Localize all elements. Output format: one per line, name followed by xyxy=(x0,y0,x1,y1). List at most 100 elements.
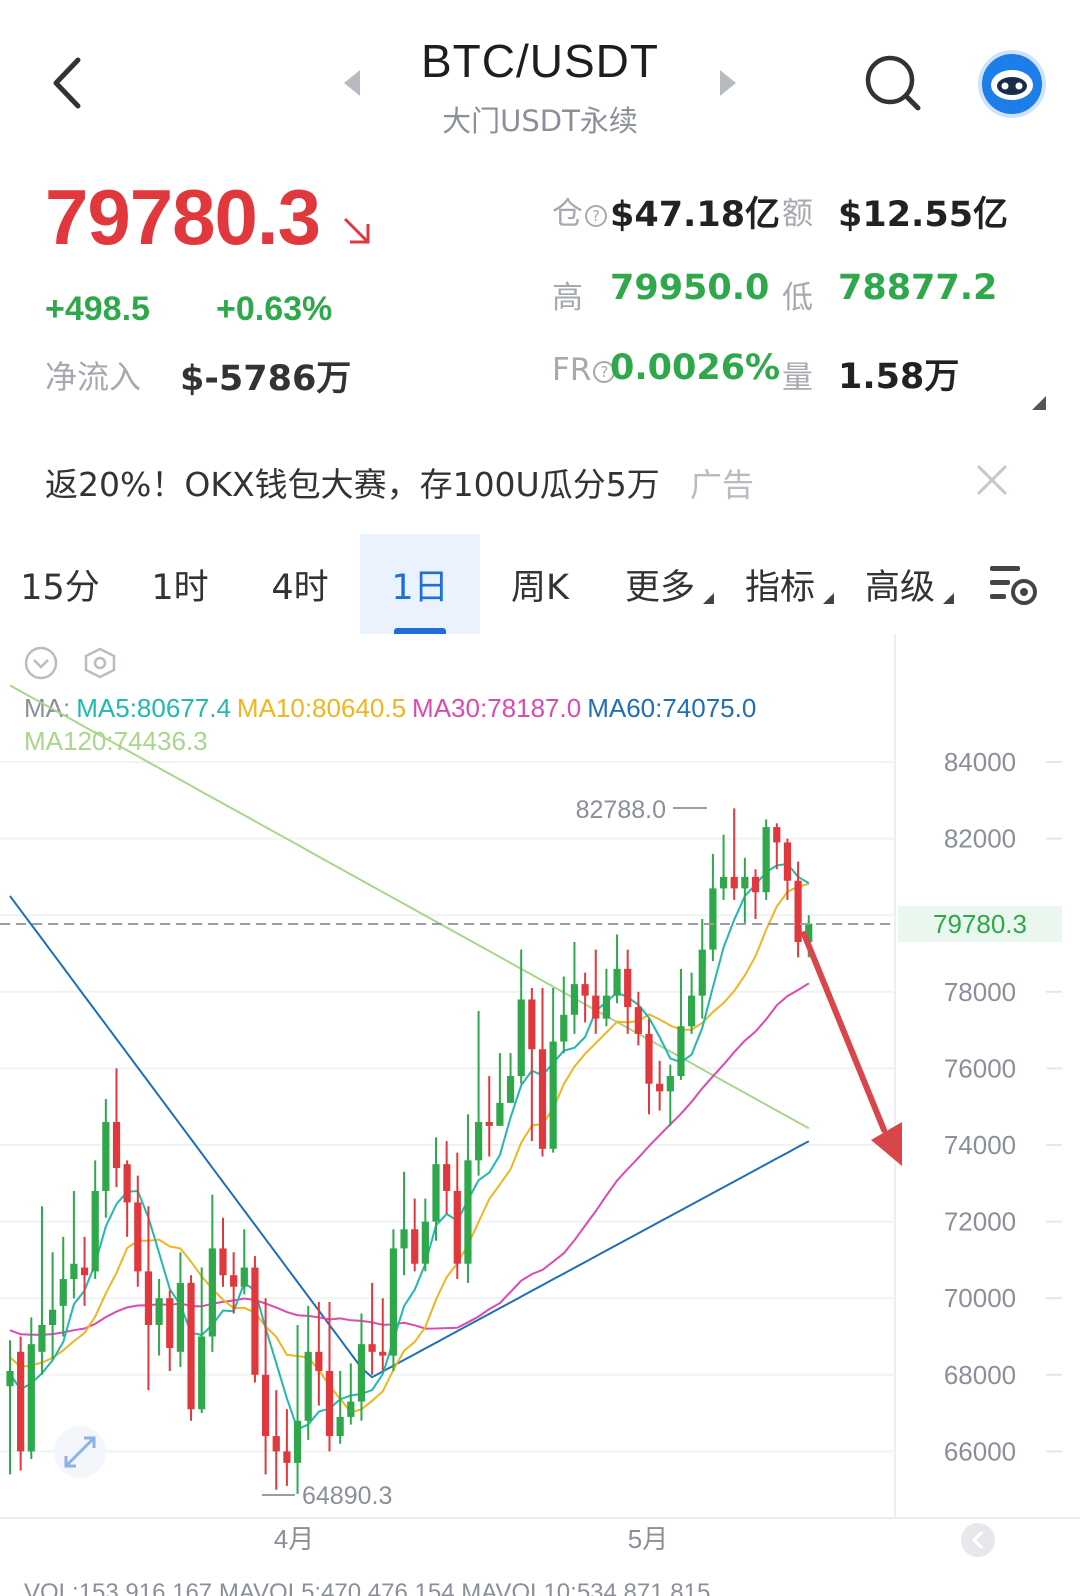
high-value: 79950.0 xyxy=(610,268,770,308)
candles xyxy=(6,808,813,1494)
candle-down xyxy=(219,1248,227,1276)
tab-label: 指标 xyxy=(744,567,815,608)
candle-down xyxy=(751,876,760,893)
tab-4h[interactable]: 4时 xyxy=(240,534,360,634)
candle-down xyxy=(325,1370,334,1437)
ad-banner-text[interactable]: 返20%！OKX钱包大赛，存100U瓜分5万 xyxy=(45,458,660,506)
candle-down xyxy=(379,1351,387,1356)
y-axis-tick-label: 66000 xyxy=(944,1436,1016,1466)
tab-advanced[interactable]: 高级 xyxy=(840,534,960,634)
app-header: BTC/USDT 大门USDT永续 xyxy=(0,0,1080,160)
candle-up xyxy=(59,1279,67,1306)
gridlines xyxy=(0,761,895,1453)
y-axis-tick-label: 72000 xyxy=(944,1207,1016,1237)
dropdown-icon xyxy=(943,593,954,604)
candle-down xyxy=(730,876,738,889)
y-axis-tick-label: 82000 xyxy=(944,824,1016,854)
y-axis-tick-label: 76000 xyxy=(944,1053,1016,1083)
candle-down xyxy=(453,1190,461,1264)
candle-down xyxy=(80,1267,89,1276)
candle-up xyxy=(336,1416,344,1437)
candle-down xyxy=(283,1451,291,1463)
open-interest-label[interactable]: 仓? xyxy=(552,188,607,233)
chart-settings-icon[interactable] xyxy=(988,562,1040,606)
candle-up xyxy=(198,1336,206,1410)
candle-up xyxy=(400,1229,408,1249)
low-marker-label: 64890.3 xyxy=(302,1482,392,1510)
ma60-line xyxy=(9,895,810,1379)
candle-down xyxy=(634,1007,642,1034)
candle-down xyxy=(773,827,781,843)
inflow-value: $-5786万 xyxy=(180,359,352,399)
candle-up xyxy=(176,1282,184,1352)
candle-down xyxy=(17,1351,25,1452)
candle-up xyxy=(347,1401,355,1417)
candle-down xyxy=(624,968,632,1008)
funding-rate-label[interactable]: FR? xyxy=(552,352,616,388)
candle-up xyxy=(155,1298,163,1326)
candle-down xyxy=(112,1122,121,1168)
next-pair-icon[interactable] xyxy=(716,66,740,100)
candle-down xyxy=(166,1298,174,1348)
dropdown-icon xyxy=(703,593,714,604)
tab-label: 15分 xyxy=(20,567,100,608)
candle-up xyxy=(709,888,717,950)
tab-label: 更多 xyxy=(624,567,695,608)
candle-down xyxy=(144,1271,153,1326)
funding-rate-label-text: FR xyxy=(552,352,592,388)
scroll-to-latest-icon[interactable] xyxy=(961,1523,995,1557)
turnover-value: $12.55亿 xyxy=(838,195,1009,235)
candle-up xyxy=(357,1344,366,1402)
search-icon[interactable] xyxy=(862,52,926,116)
tab-label: 高级 xyxy=(864,567,935,608)
dropdown-icon xyxy=(823,593,834,604)
tab-1d[interactable]: 1日 xyxy=(360,534,480,634)
candle-up xyxy=(421,1221,429,1264)
current-price-label: 79780.3 xyxy=(933,909,1027,939)
candle-down xyxy=(134,1202,142,1272)
candle-up xyxy=(719,876,728,889)
candle-up xyxy=(602,995,610,1019)
ma5-line xyxy=(9,862,810,1431)
x-axis-label-may: 5月 xyxy=(628,1524,668,1554)
price-change-abs: +498.5 xyxy=(45,290,150,328)
y-axis: 84000 82000 78000 76000 74000 72000 70000 68000… xyxy=(944,747,1062,1466)
candle-down xyxy=(368,1344,376,1352)
tab-1h[interactable]: 1时 xyxy=(120,534,240,634)
candle-down xyxy=(645,1033,653,1084)
y-axis-tick-label: 70000 xyxy=(944,1283,1016,1313)
tab-indicators[interactable]: 指标 xyxy=(720,534,840,634)
candle-up xyxy=(762,827,770,893)
candle-up xyxy=(49,1309,57,1326)
candle-up xyxy=(208,1248,216,1337)
volume-value: 1.58万 xyxy=(838,357,960,397)
candle-down xyxy=(251,1267,259,1375)
candle-down xyxy=(272,1436,280,1452)
help-icon[interactable]: ? xyxy=(585,204,607,227)
candle-down xyxy=(315,1351,323,1371)
candle-up xyxy=(389,1248,397,1356)
candlestick-chart[interactable]: 84000 82000 78000 76000 74000 72000 70000 68000… xyxy=(0,634,1080,1596)
expand-stats-icon[interactable] xyxy=(1032,396,1046,410)
candle-down xyxy=(794,880,802,943)
x-axis-label-april: 4月 xyxy=(274,1524,314,1554)
avatar[interactable] xyxy=(978,50,1046,118)
candle-down xyxy=(485,1122,493,1126)
close-icon[interactable] xyxy=(972,460,1012,500)
tab-weekly[interactable]: 周K xyxy=(480,534,600,634)
candle-up xyxy=(293,1420,302,1463)
volume-indicator-text: VOL:153,916.167 MAVOL5:470,476.154 MAVOL… xyxy=(24,1579,710,1596)
candle-up xyxy=(475,1122,483,1161)
candle-up xyxy=(240,1267,248,1287)
candle-up xyxy=(304,1351,312,1421)
candle-up xyxy=(517,999,525,1077)
candle-up xyxy=(6,1370,14,1387)
expand-chart-icon[interactable] xyxy=(54,1426,106,1478)
candle-up xyxy=(666,1076,674,1092)
candle-up xyxy=(506,1076,515,1103)
tab-more[interactable]: 更多 xyxy=(600,534,720,634)
candle-up xyxy=(698,949,706,996)
candle-up xyxy=(91,1190,99,1272)
ma10-line xyxy=(9,882,810,1414)
tab-15m[interactable]: 15分 xyxy=(0,534,120,634)
